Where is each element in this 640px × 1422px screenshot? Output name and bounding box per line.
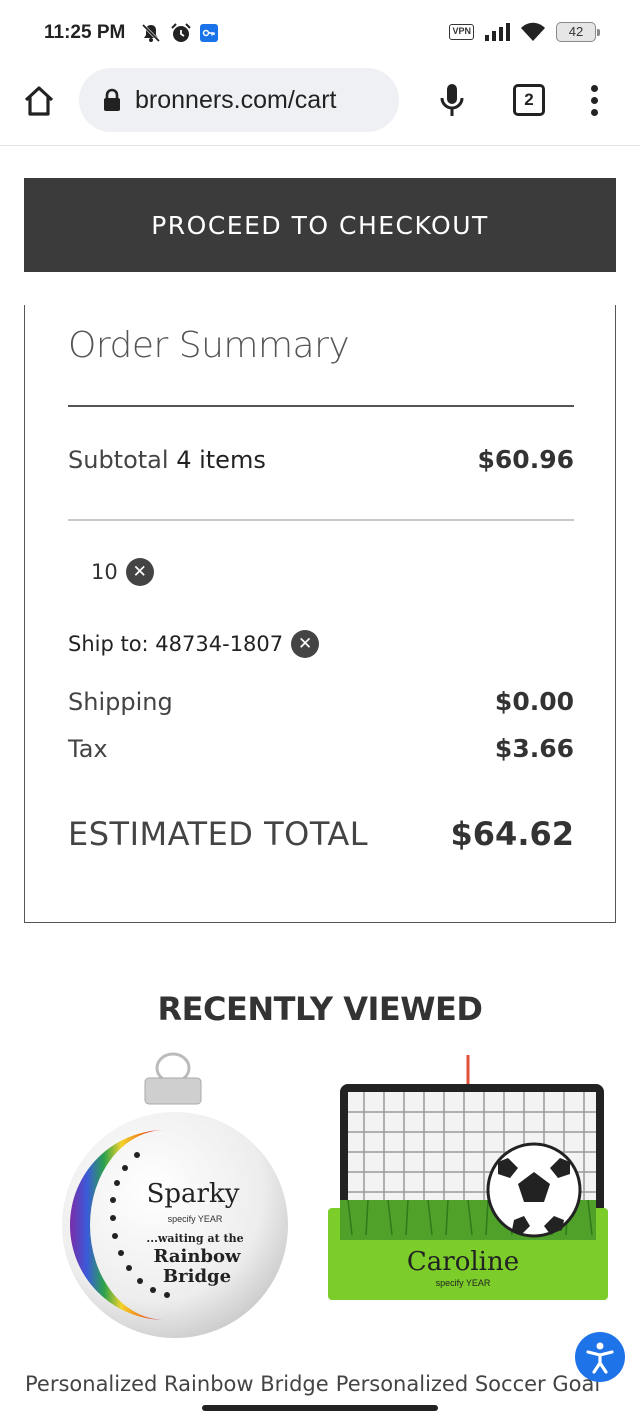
shipping-row: Shipping $0.00 <box>68 687 574 716</box>
remove-coupon-icon[interactable]: ✕ <box>125 558 154 586</box>
menu-dot-icon <box>590 84 598 92</box>
subtotal-item-count: 4 items <box>176 445 266 474</box>
wifi-icon <box>521 22 545 41</box>
shipping-label: Shipping <box>68 687 173 716</box>
ornament-year-text: specify YEAR <box>436 1278 491 1288</box>
remove-zip-icon[interactable]: ✕ <box>291 630 320 658</box>
voice-search-button[interactable] <box>434 80 470 120</box>
status-time: 11:25 PM <box>44 22 126 43</box>
tax-row: Tax $3.66 <box>68 734 574 763</box>
estimated-total-value: $64.62 <box>450 815 574 853</box>
product-name[interactable]: Personalized Soccer Goal <box>318 1372 618 1396</box>
subtotal-divider <box>68 519 574 521</box>
lock-icon <box>103 88 121 112</box>
microphone-icon <box>440 84 464 116</box>
estimated-total-row: ESTIMATED TOTAL $64.62 <box>68 815 574 853</box>
ornament-bridge-text: Bridge <box>163 1266 231 1287</box>
menu-dot-icon <box>590 96 598 104</box>
home-button[interactable] <box>18 80 60 122</box>
key-icon <box>200 24 218 42</box>
mute-icon <box>141 23 161 43</box>
accessibility-button[interactable] <box>575 1332 625 1382</box>
gesture-navigation-bar[interactable] <box>202 1405 438 1411</box>
subtotal-row: Subtotal 4 items $60.96 <box>68 445 574 474</box>
tab-switcher-button[interactable]: 2 <box>513 84 545 116</box>
browser-menu-button[interactable] <box>580 80 608 120</box>
ornament-year-text: specify YEAR <box>168 1214 223 1224</box>
order-summary-panel: Order Summary Subtotal 4 items $60.96 10… <box>24 305 616 923</box>
recently-viewed-item[interactable]: Sparky specify YEAR ...waiting at the Ra… <box>25 1050 329 1396</box>
coupon-code-text: 10 <box>91 560 118 584</box>
recently-viewed-title: RECENTLY VIEWED <box>157 990 483 1028</box>
ornament-caption-text: ...waiting at the <box>146 1232 243 1245</box>
browser-toolbar: bronners.com/cart 2 <box>0 66 640 146</box>
tax-value: $3.66 <box>494 734 574 763</box>
ornament-rainbow-text: Rainbow <box>153 1246 241 1267</box>
vpn-badge: VPN <box>449 24 474 40</box>
rainbow-bridge-ornament-image[interactable]: Sparky specify YEAR ...waiting at the Ra… <box>25 1050 325 1350</box>
ornament-name-text: Caroline <box>407 1247 519 1277</box>
ship-to: Ship to: 48734-1807 ✕ <box>68 630 320 658</box>
recently-viewed-item[interactable]: Caroline specify YEAR Personalized Socce… <box>318 1050 618 1396</box>
status-icons-left <box>140 22 218 44</box>
battery-indicator: 42 <box>556 22 600 42</box>
product-name[interactable]: Personalized Rainbow Bridge <box>25 1372 329 1396</box>
address-bar[interactable]: bronners.com/cart <box>79 68 399 132</box>
home-icon <box>24 86 54 116</box>
summary-divider <box>68 405 574 407</box>
coupon-code: 10 ✕ <box>91 558 154 586</box>
ship-to-text: Ship to: 48734-1807 <box>68 632 284 656</box>
subtotal-label: Subtotal 4 items <box>68 446 266 474</box>
menu-dot-icon <box>590 108 598 116</box>
soccer-goal-ornament-image[interactable]: Caroline specify YEAR <box>318 1050 618 1350</box>
tax-label: Tax <box>68 734 108 763</box>
status-bar: 11:25 PM VPN 42 <box>0 0 640 68</box>
ornament-name-text: Sparky <box>147 1179 240 1209</box>
estimated-total-label: ESTIMATED TOTAL <box>68 815 369 853</box>
subtotal-text: Subtotal <box>68 445 169 474</box>
accessibility-icon <box>586 1342 614 1374</box>
shipping-value: $0.00 <box>494 687 574 716</box>
proceed-to-checkout-button[interactable]: PROCEED TO CHECKOUT <box>24 178 616 272</box>
order-summary-title: Order Summary <box>68 325 350 366</box>
status-icons-right: VPN 42 <box>449 22 600 42</box>
url-text: bronners.com/cart <box>135 85 337 114</box>
signal-icon <box>485 23 510 41</box>
subtotal-value: $60.96 <box>477 445 574 474</box>
alarm-icon <box>171 23 191 42</box>
